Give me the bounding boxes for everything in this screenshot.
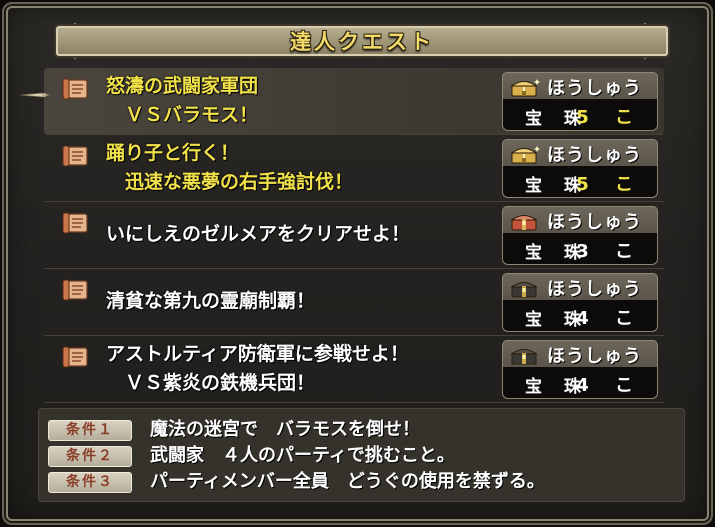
reward-count: 5 こ (576, 174, 643, 195)
quest-row[interactable]: 踊り子と行く！ 迅速な悪夢の右手強討伐！ ほうしゅう宝 珠5 こ (44, 135, 664, 202)
reward-box: ほうしゅう宝 珠5 こ (502, 139, 658, 199)
window-title: 達人クエスト (290, 30, 434, 54)
reward-detail: 宝 珠4 こ (502, 300, 658, 332)
reward-label: ほうしゅう (547, 145, 642, 166)
pointer-cursor-icon (20, 92, 50, 98)
red-chest-icon (510, 215, 538, 231)
reward-detail: 宝 珠4 こ (502, 367, 658, 399)
reward-count: 4 こ (576, 308, 643, 329)
reward-detail: 宝 珠3 こ (502, 233, 658, 265)
quest-title-line1: 清貧な第九の霊廟制覇！ (106, 290, 316, 312)
title-banner: 達人クエスト (56, 26, 668, 56)
gold-chest-icon (510, 79, 540, 97)
scroll-icon (62, 145, 88, 167)
condition-row-3: 条件３ パーティメンバー全員 どうぐの使用を禁ずる。 (48, 470, 668, 494)
scroll-icon (62, 212, 88, 234)
reward-label: ほうしゅう (547, 279, 642, 300)
quest-list: 怒濤の武闘家軍団 ＶＳバラモス！ ほうしゅう宝 珠5 こ踊り子と行く！ 迅速な悪夢… (20, 68, 664, 403)
black-chest-icon (510, 282, 538, 298)
quest-row[interactable]: 清貧な第九の霊廟制覇！ ほうしゅう宝 珠4 こ (44, 269, 664, 336)
conditions-panel: 条件１ 魔法の迷宮で バラモスを倒せ！ 条件２ 武闘家 ４人のパーティで挑むこと… (38, 408, 685, 502)
quest-title: 踊り子と行く！ 迅速な悪夢の右手強討伐！ (106, 139, 536, 197)
quest-title-line1: 怒濤の武闘家軍団 (106, 75, 259, 97)
reward-box: ほうしゅう宝 珠3 こ (502, 206, 658, 266)
reward-count: 3 こ (576, 241, 643, 262)
scroll-icon (62, 78, 88, 100)
quest-window: 達人クエスト 怒濤の武闘家軍団 ＶＳバラモス！ ほうしゅう宝 珠5 こ踊り子と行く… (2, 2, 713, 525)
quest-title-line1: 踊り子と行く！ (106, 142, 240, 164)
reward-label: ほうしゅう (547, 78, 642, 99)
reward-count: 5 こ (576, 107, 643, 128)
quest-title-line1: アストルティア防衛軍に参戦せよ！ (106, 343, 409, 365)
reward-box: ほうしゅう宝 珠5 こ (502, 72, 658, 132)
quest-title-line1: いにしえのゼルメアをクリアせよ！ (106, 223, 411, 245)
reward-header: ほうしゅう (502, 139, 658, 167)
quest-title-line2: 迅速な悪夢の右手強討伐！ (106, 171, 354, 193)
reward-label: ほうしゅう (547, 346, 642, 367)
condition-text: 武闘家 ４人のパーティで挑むこと。 (150, 445, 455, 466)
quest-title: 清貧な第九の霊廟制覇！ (106, 287, 536, 316)
condition-tag: 条件２ (48, 446, 132, 467)
scroll-icon (62, 279, 88, 301)
reward-header: ほうしゅう (502, 206, 658, 234)
quest-row[interactable]: アストルティア防衛軍に参戦せよ！ ＶＳ紫炎の鉄機兵団！ ほうしゅう宝 珠4 こ (44, 336, 664, 403)
condition-row-2: 条件２ 武闘家 ４人のパーティで挑むこと。 (48, 444, 668, 468)
scroll-icon (62, 346, 88, 368)
condition-tag: 条件３ (48, 472, 132, 493)
quest-title: いにしえのゼルメアをクリアせよ！ (106, 220, 536, 249)
gold-chest-icon (510, 146, 540, 164)
quest-title: アストルティア防衛軍に参戦せよ！ ＶＳ紫炎の鉄機兵団！ (106, 340, 536, 398)
condition-tag: 条件１ (48, 420, 132, 441)
condition-text: パーティメンバー全員 どうぐの使用を禁ずる。 (150, 471, 545, 492)
black-chest-icon (510, 349, 538, 365)
reward-detail: 宝 珠5 こ (502, 99, 658, 131)
reward-header: ほうしゅう (502, 273, 658, 301)
reward-header: ほうしゅう (502, 72, 658, 100)
quest-row[interactable]: いにしえのゼルメアをクリアせよ！ ほうしゅう宝 珠3 こ (44, 202, 664, 269)
quest-title: 怒濤の武闘家軍団 ＶＳバラモス！ (106, 72, 536, 130)
reward-box: ほうしゅう宝 珠4 こ (502, 340, 658, 400)
reward-box: ほうしゅう宝 珠4 こ (502, 273, 658, 333)
quest-title-line2: ＶＳ紫炎の鉄機兵団！ (106, 372, 316, 394)
condition-text: 魔法の迷宮で バラモスを倒せ！ (150, 419, 420, 440)
reward-header: ほうしゅう (502, 340, 658, 368)
reward-detail: 宝 珠5 こ (502, 166, 658, 198)
condition-row-1: 条件１ 魔法の迷宮で バラモスを倒せ！ (48, 418, 668, 442)
quest-title-line2: ＶＳバラモス！ (106, 104, 259, 126)
reward-label: ほうしゅう (547, 212, 642, 233)
quest-row[interactable]: 怒濤の武闘家軍団 ＶＳバラモス！ ほうしゅう宝 珠5 こ (20, 68, 664, 135)
reward-count: 4 こ (576, 375, 643, 396)
